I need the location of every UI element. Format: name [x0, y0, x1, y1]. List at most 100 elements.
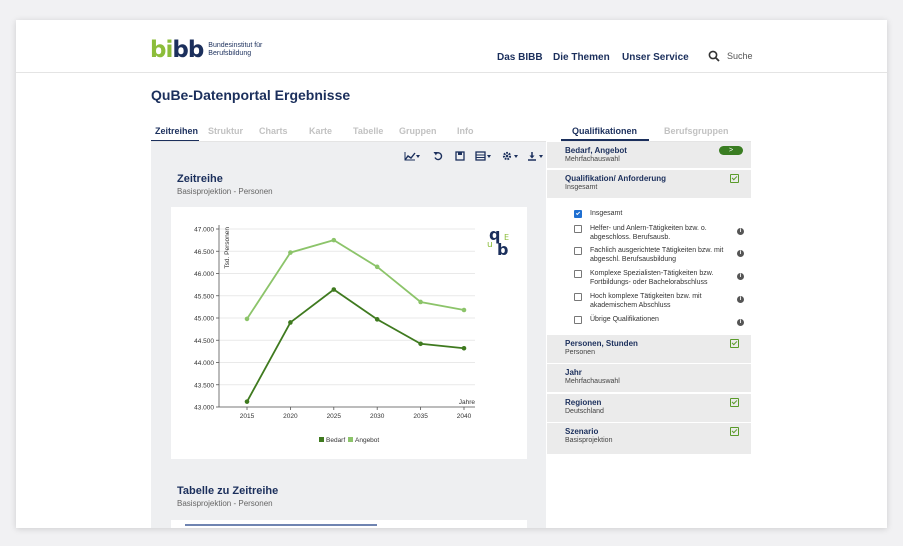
tab-tabelle[interactable]: Tabelle [353, 126, 383, 136]
qualification-option[interactable]: Hoch komplexe Tätigkeiten bzw. mit akade… [574, 292, 730, 310]
legend-swatch [348, 437, 353, 442]
checkbox[interactable] [574, 225, 582, 233]
check-icon [730, 427, 739, 436]
gear-icon [502, 151, 518, 161]
qualification-option[interactable]: Fachlich ausgerichtete Tätigkeiten bzw. … [574, 246, 730, 264]
checkbox[interactable] [574, 293, 582, 301]
view-tabs: Zeitreihen Struktur Charts Karte Tabelle… [151, 126, 546, 142]
bibb-logo[interactable]: bibb Bundesinstitut für Berufsbildung [150, 37, 278, 63]
section-subtitle-zeitreihe: Basisprojektion - Personen [177, 187, 273, 196]
filter-group-title: Szenario [565, 427, 599, 436]
logo-mark: bibb [150, 37, 204, 63]
checkbox[interactable] [574, 270, 582, 278]
chart-type-button[interactable] [404, 151, 420, 163]
data-point-angebot [374, 264, 380, 270]
reset-icon [433, 152, 443, 161]
option-label: Übrige Qualifikationen [590, 316, 659, 323]
filter-group-title: Personen, Stunden [565, 339, 638, 348]
filter-group-jahr[interactable]: Jahr Mehrfachauswahl [547, 364, 751, 392]
content-area: Zeitreihe Basisprojektion - Personen 43.… [151, 142, 546, 528]
info-icon[interactable]: i [737, 319, 744, 326]
x-tick-label: 2020 [283, 413, 298, 420]
logo-text: Bundesinstitut für Berufsbildung [208, 42, 263, 57]
qualification-option[interactable]: Komplexe Spezialisten-Tätigkeiten bzw. F… [574, 269, 730, 287]
check-icon [730, 398, 739, 407]
line-chart-icon [404, 152, 420, 161]
table-icon [475, 151, 491, 161]
tab-karte[interactable]: Karte [309, 126, 332, 136]
data-point-angebot [418, 299, 423, 305]
checkbox[interactable] [574, 316, 582, 324]
check-icon [730, 339, 739, 348]
checkbox[interactable] [574, 247, 582, 255]
table-view-button[interactable] [475, 151, 492, 163]
filter-group-bedarf-angebot[interactable]: Bedarf, Angebot Mehrfachauswahl > [547, 142, 751, 168]
filter-group-value: Personen [565, 349, 595, 356]
data-point-angebot [331, 237, 337, 243]
expand-pill-button[interactable]: > [719, 146, 743, 155]
option-label: Hoch komplexe Tätigkeiten bzw. mit akade… [590, 293, 702, 309]
data-point-angebot [461, 307, 467, 313]
y-axis-label: Tsd. Personen [224, 227, 231, 269]
info-icon[interactable]: i [737, 250, 744, 257]
info-icon[interactable]: i [737, 228, 744, 235]
tab-struktur[interactable]: Struktur [208, 126, 243, 136]
section-title-zeitreihe: Zeitreihe [177, 173, 223, 185]
settings-button[interactable] [502, 151, 519, 163]
tab-info[interactable]: Info [457, 126, 474, 136]
filter-group-qualifikation[interactable]: Qualifikation/ Anforderung Insgesamt [547, 170, 751, 198]
x-tick-label: 2035 [413, 413, 428, 420]
line-chart: 43.000 43.500 44.000 44.500 45.000 45.500 46.0… [194, 225, 509, 444]
filter-group-value: Insgesamt [565, 184, 598, 191]
y-tick-label: 45.000 [194, 316, 214, 323]
data-point-bedarf [418, 341, 423, 347]
filter-group-value: Basisprojektion [565, 437, 613, 444]
info-icon[interactable]: i [737, 296, 744, 303]
data-point-angebot [244, 316, 250, 322]
download-button[interactable] [527, 151, 544, 163]
nav-das-bibb[interactable]: Das BIBB [497, 52, 543, 63]
checkbox[interactable] [574, 210, 582, 218]
data-point-bedarf [288, 320, 293, 325]
tab-qualifikationen[interactable]: Qualifikationen [572, 126, 637, 136]
check-icon [730, 174, 739, 183]
x-tick-label: 2015 [240, 413, 255, 420]
filter-panel: Bedarf, Angebot Mehrfachauswahl > Qualif… [547, 142, 751, 454]
save-button[interactable] [455, 151, 465, 163]
y-tick-label: 44.000 [194, 360, 214, 367]
info-icon[interactable]: i [737, 273, 744, 280]
filter-group-personen-stunden[interactable]: Personen, Stunden Personen [547, 335, 751, 363]
y-tick-label: 46.000 [194, 271, 214, 278]
nav-unser-service[interactable]: Unser Service [622, 52, 689, 63]
data-point-angebot [288, 250, 293, 255]
filter-group-title: Jahr [565, 368, 582, 377]
nav-die-themen[interactable]: Die Themen [553, 52, 610, 63]
tab-berufsgruppen[interactable]: Berufsgruppen [664, 126, 729, 136]
x-tick-label: 2025 [327, 413, 342, 420]
legend-swatch [319, 437, 324, 442]
data-point-bedarf [331, 287, 337, 292]
option-label: Komplexe Spezialisten-Tätigkeiten bzw. F… [590, 270, 714, 286]
tab-gruppen[interactable]: Gruppen [399, 126, 437, 136]
filter-group-szenario[interactable]: Szenario Basisprojektion [547, 423, 751, 454]
option-label: Helfer- und Anlern-Tätigkeiten bzw. o. a… [590, 225, 707, 241]
data-point-bedarf [244, 399, 250, 404]
x-tick-label: 2030 [370, 413, 385, 420]
qube-logo-u: u [487, 240, 493, 250]
table-header-bar [185, 524, 377, 526]
x-axis-label: Jahre [459, 399, 476, 406]
qualification-option[interactable]: Helfer- und Anlern-Tätigkeiten bzw. o. a… [574, 224, 730, 242]
filter-group-regionen[interactable]: Regionen Deutschland [547, 394, 751, 422]
tab-charts[interactable]: Charts [259, 126, 288, 136]
y-tick-label: 44.500 [194, 338, 214, 345]
chart-card: 43.000 43.500 44.000 44.500 45.000 45.500 46.0… [171, 207, 527, 459]
logo-mark-blue: bb [172, 37, 204, 63]
tab-zeitreihen[interactable]: Zeitreihen [155, 126, 198, 136]
reset-button[interactable] [433, 151, 443, 163]
filter-group-title: Bedarf, Angebot [565, 146, 627, 155]
qualification-option[interactable]: Übrige Qualifikationen [574, 315, 730, 324]
download-icon [528, 152, 543, 161]
search-button[interactable]: Suche [708, 50, 753, 62]
legend-label: Angebot [355, 437, 379, 444]
qualification-option[interactable]: Insgesamt [574, 209, 730, 218]
